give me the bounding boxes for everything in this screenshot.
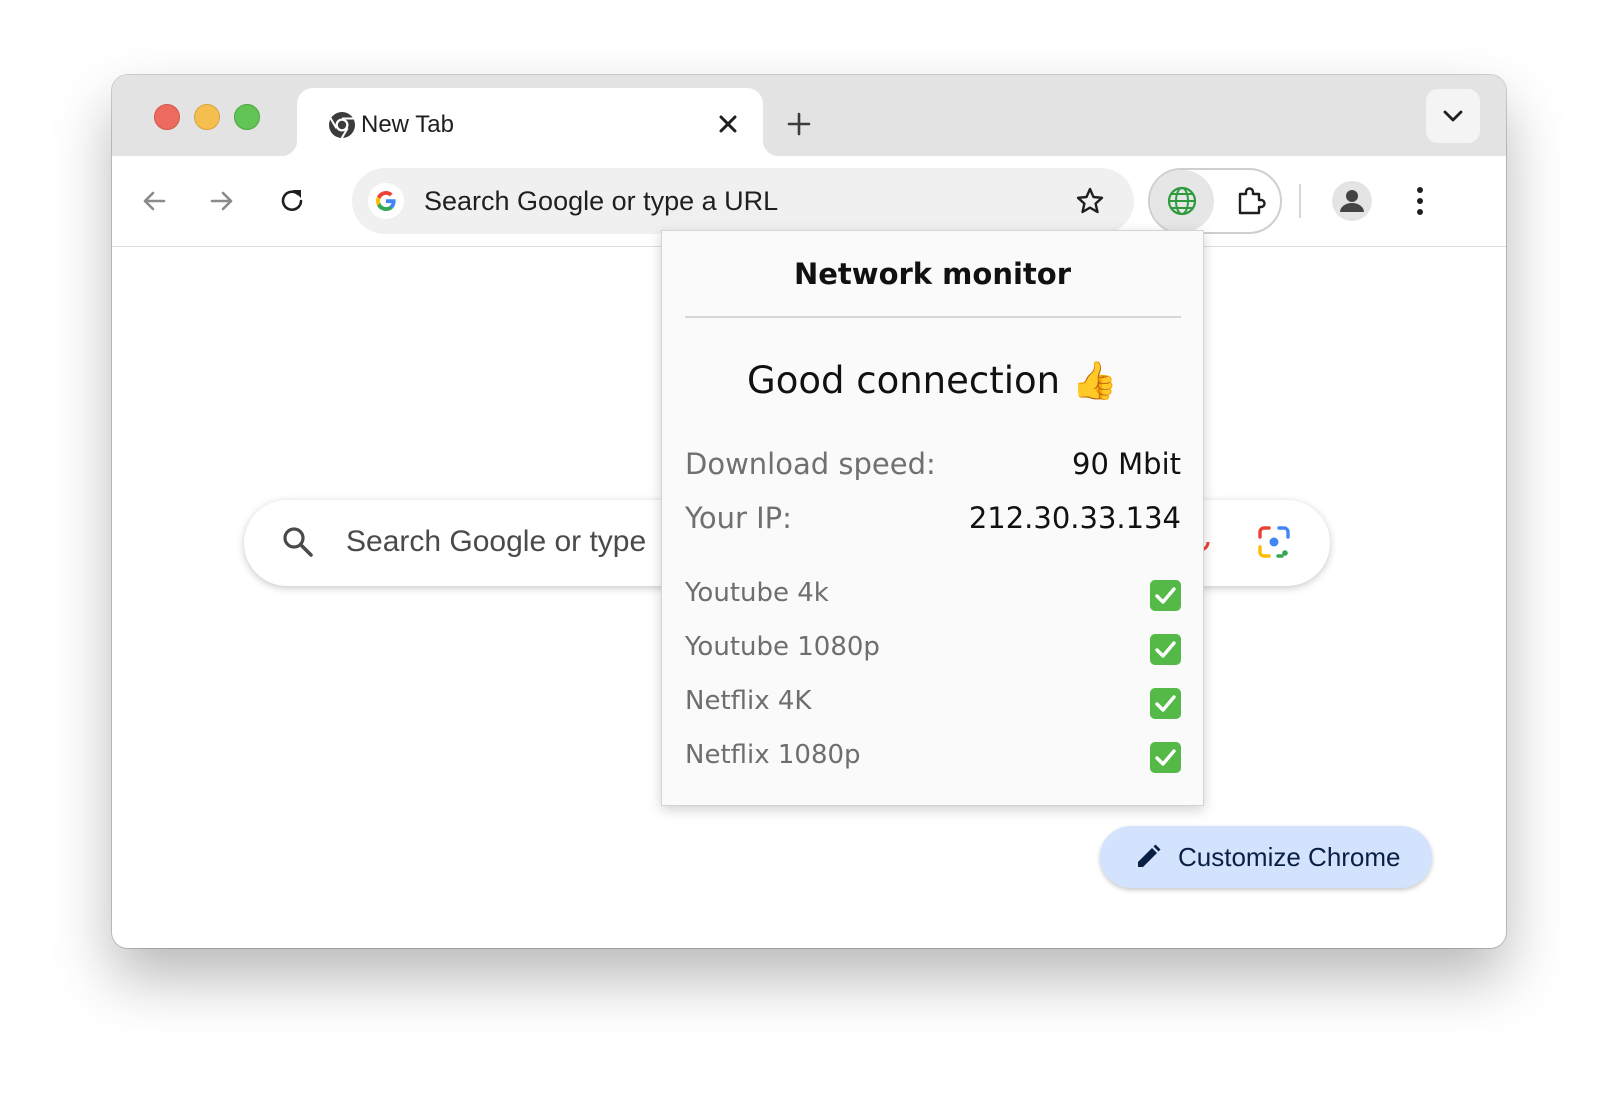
stat-value: 212.30.33.134: [968, 501, 1181, 535]
tab-search-button[interactable]: [1426, 89, 1480, 143]
check-mark-icon: [1150, 580, 1181, 611]
connection-status: Good connection 👍: [747, 359, 1118, 402]
popup-title: Network monitor: [793, 257, 1071, 291]
ntp-search-placeholder: Search Google or type: [346, 525, 647, 558]
new-tab-plus-icon[interactable]: [784, 109, 814, 139]
tab-strip: New Tab: [112, 75, 1506, 156]
service-row: Netflix 4K: [685, 686, 1181, 726]
service-label: Youtube 4k: [685, 578, 829, 608]
tab-new-tab[interactable]: New Tab: [281, 88, 779, 156]
chevron-down-icon: [1443, 110, 1463, 122]
service-row: Netflix 1080p: [685, 740, 1181, 780]
tab-title: New Tab: [361, 111, 454, 138]
google-g-icon: [368, 183, 404, 219]
network-monitor-extension-button[interactable]: [1150, 170, 1214, 232]
search-icon: [283, 527, 313, 557]
minimize-window-button[interactable]: [194, 104, 220, 130]
omnibox-placeholder: Search Google or type a URL: [424, 186, 779, 216]
stat-value: 90 Mbit: [1072, 447, 1181, 481]
profile-avatar-icon[interactable]: [1332, 181, 1372, 221]
omnibox[interactable]: Search Google or type a URL: [352, 168, 1134, 234]
globe-icon: [1167, 186, 1197, 216]
service-label: Netflix 1080p: [685, 740, 861, 770]
stat-label: Your IP:: [685, 501, 792, 535]
stat-label: Download speed:: [685, 447, 936, 481]
back-arrow-icon[interactable]: [138, 185, 170, 217]
toolbar-divider: [1299, 184, 1301, 218]
chrome-icon: [329, 112, 355, 139]
check-mark-icon: [1150, 688, 1181, 719]
pencil-icon: [1138, 844, 1161, 867]
service-row: Youtube 1080p: [685, 632, 1181, 672]
extensions-group: [1148, 168, 1282, 234]
network-monitor-popup: Network monitor Good connection 👍 Downlo…: [661, 230, 1204, 806]
stat-row-download-speed: Download speed: 90 Mbit: [685, 447, 1181, 491]
check-mark-icon: [1150, 634, 1181, 665]
close-icon[interactable]: [713, 109, 743, 139]
service-row: Youtube 4k: [685, 578, 1181, 618]
customize-chrome-label: Customize Chrome: [1178, 842, 1401, 872]
reload-icon[interactable]: [276, 185, 308, 217]
maximize-window-button[interactable]: [234, 104, 260, 130]
customize-chrome-button[interactable]: Customize Chrome: [1100, 826, 1432, 888]
bookmark-star-icon[interactable]: [1074, 185, 1106, 217]
close-window-button[interactable]: [154, 104, 180, 130]
puzzle-piece-icon[interactable]: [1234, 184, 1268, 218]
forward-arrow-icon[interactable]: [206, 185, 238, 217]
google-lens-icon[interactable]: [1256, 524, 1292, 560]
stat-row-ip: Your IP: 212.30.33.134: [685, 501, 1181, 545]
service-label: Netflix 4K: [685, 686, 812, 716]
more-vert-icon[interactable]: [1408, 181, 1432, 221]
check-mark-icon: [1150, 742, 1181, 773]
service-label: Youtube 1080p: [685, 632, 880, 662]
popup-divider: [685, 316, 1181, 318]
